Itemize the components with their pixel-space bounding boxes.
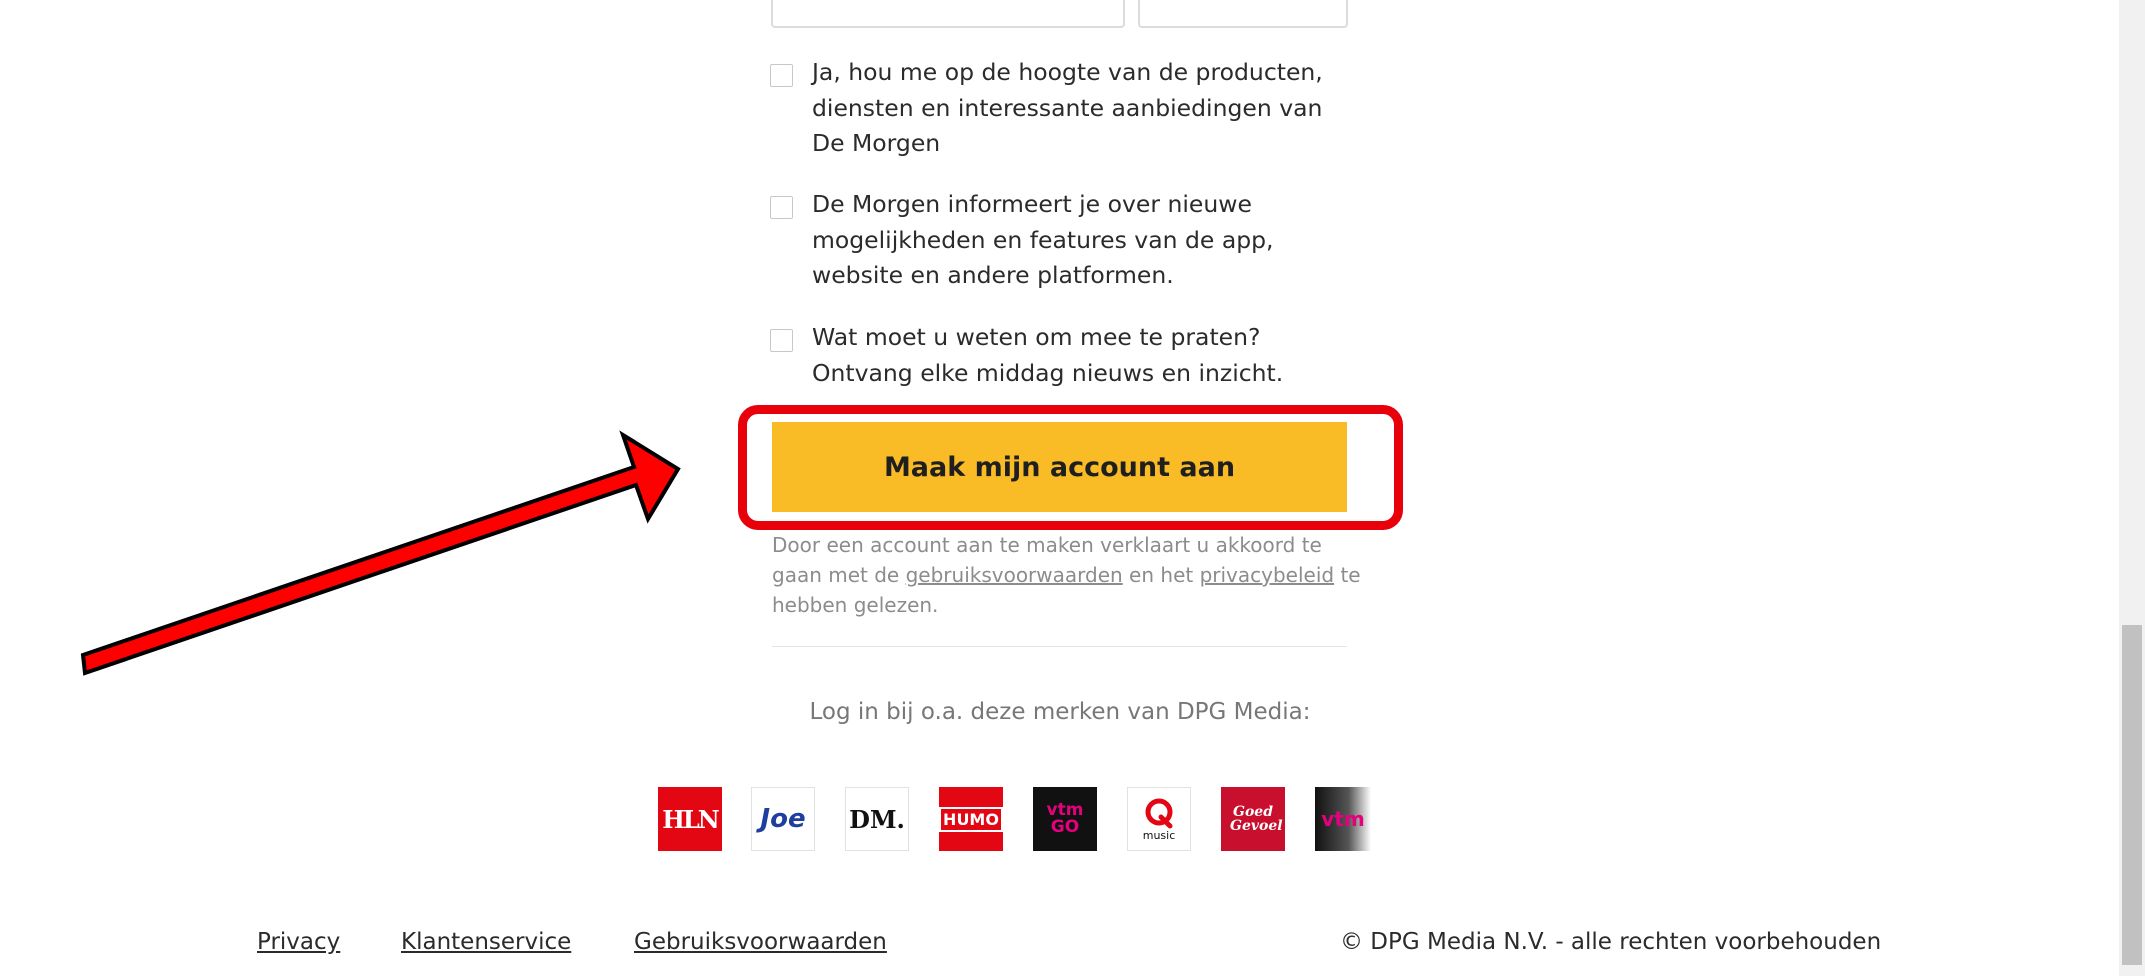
annotation-arrow-icon xyxy=(80,430,681,676)
